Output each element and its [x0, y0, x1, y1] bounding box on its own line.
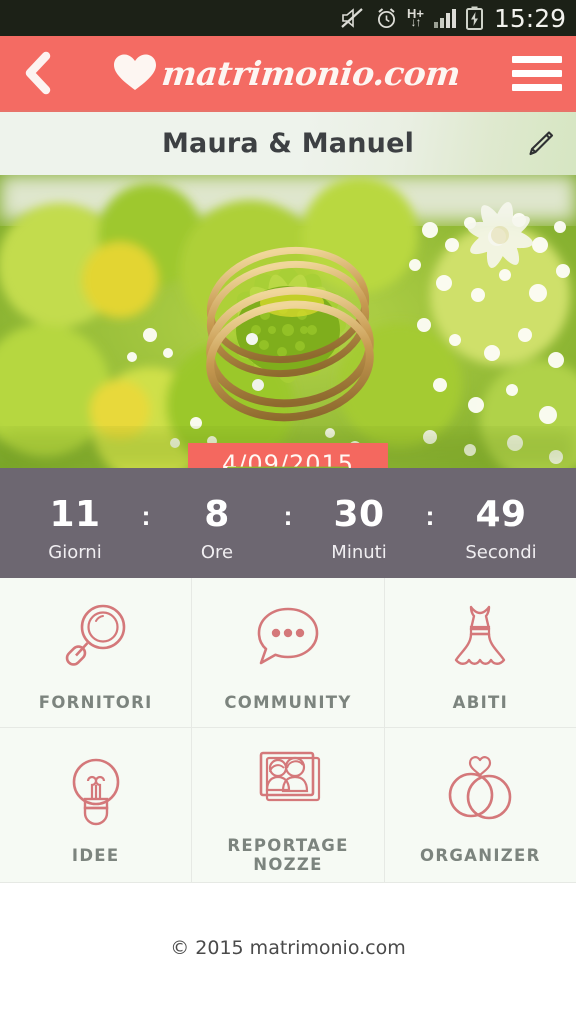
countdown-seconds-label: Secondi [465, 542, 537, 563]
countdown-days-value: 11 [49, 494, 101, 535]
back-button[interactable] [14, 50, 60, 96]
lightbulb-icon [57, 746, 135, 830]
app-root: H+ ↓↑ 15:29 matrimonio.com Maura & Manue… [0, 0, 576, 1024]
tile-label: COMMUNITY [224, 693, 352, 712]
footer: © 2015 matrimonio.com [0, 916, 576, 991]
tile-label: REPORTAGE NOZZE [227, 836, 349, 874]
magnifier-icon [56, 593, 136, 677]
countdown-separator: : [283, 500, 293, 531]
menu-grid: FORNITORI COMMUNITY ABITI IDEE REPORTAGE… [0, 578, 576, 917]
status-bar: H+ ↓↑ 15:29 [0, 0, 576, 36]
countdown-seconds-value: 49 [475, 494, 527, 535]
tile-idee[interactable]: IDEE [0, 728, 193, 883]
countdown-unit-hours: 8 Ore [163, 494, 271, 564]
countdown-separator: : [425, 500, 435, 531]
data-arrows-icon: ↓↑ [410, 15, 421, 29]
app-logo[interactable]: matrimonio.com [60, 53, 512, 93]
dress-icon [441, 593, 519, 677]
alarm-icon [375, 7, 398, 30]
menu-grid-row: FORNITORI COMMUNITY ABITI [0, 578, 576, 728]
countdown-unit-minutes: 30 Minuti [305, 494, 413, 564]
hplus-network-icon: H+ ↓↑ [407, 7, 424, 29]
battery-charging-icon [465, 6, 483, 30]
heart-icon [114, 54, 157, 90]
page-filler [0, 990, 576, 1024]
pencil-edit-icon [529, 130, 554, 155]
couple-names: Maura & Manuel [161, 128, 415, 159]
wedding-rings-icon [437, 746, 523, 830]
tile-organizer[interactable]: ORGANIZER [384, 728, 576, 883]
tile-label: FORNITORI [38, 693, 153, 712]
copyright-text: © 2015 matrimonio.com [170, 936, 406, 959]
wedding-date-ribbon: 4/09/2015 [187, 443, 389, 468]
app-bar: matrimonio.com [0, 36, 576, 110]
back-chevron-icon [25, 51, 51, 95]
photo-frames-icon [245, 736, 331, 820]
tile-fornitori[interactable]: FORNITORI [0, 578, 193, 728]
tile-label: ORGANIZER [420, 845, 541, 865]
couple-title-bar: Maura & Manuel [0, 110, 576, 175]
countdown-hours-label: Ore [200, 542, 234, 563]
edit-couple-button[interactable] [520, 124, 560, 164]
hamburger-menu-icon[interactable] [512, 50, 562, 96]
speech-bubble-icon [247, 593, 329, 677]
tile-abiti[interactable]: ABITI [384, 578, 576, 728]
wedding-rings-photo [0, 175, 576, 468]
tile-reportage-nozze[interactable]: REPORTAGE NOZZE [192, 728, 385, 883]
tile-label: IDEE [71, 845, 120, 865]
countdown-unit-days: 11 Giorni [21, 494, 129, 564]
countdown-minutes-label: Minuti [331, 542, 387, 563]
countdown-bar: 11 Giorni : 8 Ore : 30 Minuti : 49 Secon… [0, 468, 576, 578]
mute-icon [340, 7, 366, 29]
countdown-minutes-value: 30 [333, 494, 385, 535]
tile-community[interactable]: COMMUNITY [192, 578, 385, 728]
hero-image: 4/09/2015 [0, 175, 576, 468]
countdown-hours-value: 8 [204, 494, 230, 535]
status-time: 15:29 [493, 3, 566, 33]
countdown-unit-seconds: 49 Secondi [447, 494, 555, 564]
wedding-date: 4/09/2015 [187, 443, 389, 468]
countdown-separator: : [141, 500, 151, 531]
menu-grid-row: IDEE REPORTAGE NOZZE ORGANIZER [0, 728, 576, 883]
countdown-days-label: Giorni [48, 542, 102, 563]
signal-icon [433, 8, 457, 28]
tile-label: ABITI [452, 693, 509, 712]
logo-text: matrimonio.com [160, 53, 462, 93]
